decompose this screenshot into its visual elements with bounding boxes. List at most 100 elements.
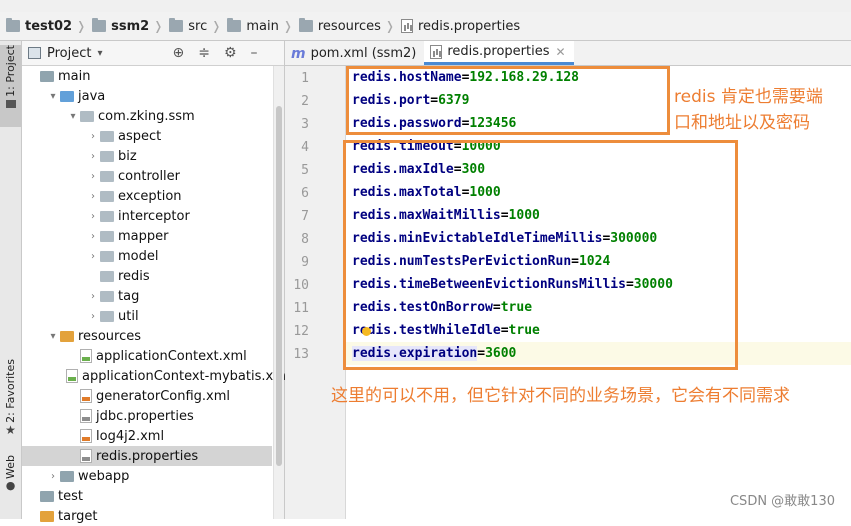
line-number: 4 <box>301 140 309 155</box>
collapsed-arrow-icon[interactable]: › <box>86 131 100 142</box>
dropdown-arrow-icon[interactable]: ▾ <box>97 48 102 59</box>
project-panel-header: Project ▾ ⊕ ≑ ⚙ – <box>22 41 284 66</box>
resources-folder-icon <box>298 18 313 32</box>
folder-icon <box>60 470 74 482</box>
line-number: 2 <box>301 94 309 109</box>
maven-icon: m <box>291 45 306 62</box>
tree-item-java[interactable]: ▾ java <box>22 86 272 106</box>
tree-item-model[interactable]: › model <box>22 246 272 266</box>
tab-redis-properties[interactable]: redis.properties ✕ <box>424 41 574 65</box>
annotation-note-connection: redis 肯定也需要端 口和地址以及密码 <box>674 87 823 133</box>
favorites-tool-tab[interactable]: 2: Favorites ★ <box>0 359 21 441</box>
line-number: 7 <box>301 209 309 224</box>
spring-xml-icon <box>66 369 78 383</box>
breadcrumb-item-file[interactable]: redis.properties <box>395 19 524 34</box>
package-icon <box>100 130 114 142</box>
line-number: 6 <box>301 186 309 201</box>
tree-item-label: interceptor <box>118 208 190 224</box>
tree-item-redis[interactable]: redis <box>22 266 272 286</box>
collapsed-arrow-icon[interactable]: › <box>46 471 60 482</box>
breadcrumb-item-main[interactable]: main <box>221 18 282 34</box>
package-icon <box>100 190 114 202</box>
breadcrumb-item-resources[interactable]: resources <box>293 18 385 34</box>
expand-arrow-icon[interactable]: ▾ <box>46 331 60 342</box>
web-tool-tab[interactable]: Web ● <box>0 455 21 501</box>
project-view-selector[interactable]: Project <box>47 46 91 61</box>
tree-item-label: main <box>58 68 91 84</box>
tree-item-target[interactable]: target <box>22 506 272 526</box>
globe-icon: ● <box>5 478 16 492</box>
package-icon <box>100 150 114 162</box>
breadcrumb-item-src[interactable]: src <box>163 18 211 34</box>
hide-icon[interactable]: – <box>251 45 258 61</box>
tree-item-label: com.zking.ssm <box>98 108 195 124</box>
package-icon <box>100 310 114 322</box>
tree-item-generatorconfig-xml[interactable]: generatorConfig.xml <box>22 386 272 406</box>
collapsed-arrow-icon[interactable]: › <box>86 191 100 202</box>
tab-pom-xml[interactable]: m pom.xml (ssm2) <box>285 42 424 65</box>
collapse-all-icon[interactable]: ≑ <box>198 45 210 61</box>
tree-item-tag[interactable]: › tag <box>22 286 272 306</box>
tree-item-exception[interactable]: › exception <box>22 186 272 206</box>
collapsed-arrow-icon[interactable]: › <box>86 291 100 302</box>
tree-item-log4j2-xml[interactable]: log4j2.xml <box>22 426 272 446</box>
properties-file-icon <box>400 19 413 33</box>
properties-file-icon <box>80 449 92 463</box>
tree-item-label: java <box>78 88 106 104</box>
folder-icon <box>40 490 54 502</box>
project-tool-tab[interactable]: 1: Project <box>0 45 21 127</box>
project-panel: Project ▾ ⊕ ≑ ⚙ – main ▾ java ▾ com.zking.ss… <box>22 41 290 524</box>
settings-gear-icon[interactable]: ⚙ <box>224 45 237 61</box>
collapsed-arrow-icon[interactable]: › <box>86 151 100 162</box>
tree-item-redis-properties[interactable]: redis.properties <box>22 446 272 466</box>
module-icon <box>92 18 107 32</box>
breadcrumb: test02 ❭ ssm2 ❭ src ❭ main ❭ resources ❭ redi… <box>0 12 851 41</box>
breadcrumb-item-module[interactable]: ssm2 <box>86 18 153 34</box>
tree-item-main[interactable]: main <box>22 66 272 86</box>
tree-item-util[interactable]: › util <box>22 306 272 326</box>
line-number: 3 <box>301 117 309 132</box>
collapsed-arrow-icon[interactable]: › <box>86 171 100 182</box>
tree-item-controller[interactable]: › controller <box>22 166 272 186</box>
collapsed-arrow-icon[interactable]: › <box>86 311 100 322</box>
tree-item-biz[interactable]: › biz <box>22 146 272 166</box>
line-number: 8 <box>301 232 309 247</box>
tree-item-mapper[interactable]: › mapper <box>22 226 272 246</box>
tree-item-applicationcontext-mybatis-xml[interactable]: applicationContext-mybatis.xml <box>22 366 290 386</box>
package-icon <box>100 270 114 282</box>
tree-item-resources[interactable]: ▾ resources <box>22 326 272 346</box>
expand-arrow-icon[interactable]: ▾ <box>66 111 80 122</box>
tree-item-label: mapper <box>118 228 169 244</box>
folder-icon <box>227 18 242 32</box>
tree-item-label: exception <box>118 188 182 204</box>
breadcrumb-item-project[interactable]: test02 <box>0 18 76 34</box>
scrollbar-thumb[interactable] <box>276 106 282 466</box>
tree-item-aspect[interactable]: › aspect <box>22 126 272 146</box>
project-scrollbar[interactable] <box>273 66 284 519</box>
line-number: 13 <box>293 347 309 362</box>
chevron-right-icon: ❭ <box>211 19 222 33</box>
expand-arrow-icon[interactable]: ▾ <box>46 91 60 102</box>
close-icon[interactable]: ✕ <box>556 45 566 59</box>
collapsed-arrow-icon[interactable]: › <box>86 251 100 262</box>
tree-item-applicationcontext-xml[interactable]: applicationContext.xml <box>22 346 272 366</box>
tree-item-jdbc-properties[interactable]: jdbc.properties <box>22 406 272 426</box>
tree-item-com-zking-ssm[interactable]: ▾ com.zking.ssm <box>22 106 272 126</box>
package-icon <box>100 170 114 182</box>
line-number: 9 <box>301 255 309 270</box>
left-tool-window-bar: 1: Project 2: Favorites ★ Web ● <box>0 41 22 519</box>
properties-file-icon <box>430 44 443 59</box>
tree-item-test[interactable]: test <box>22 486 272 506</box>
collapsed-arrow-icon[interactable]: › <box>86 231 100 242</box>
locate-icon[interactable]: ⊕ <box>173 45 185 61</box>
editor-tabs: m pom.xml (ssm2) redis.properties ✕ <box>285 41 851 66</box>
tree-item-webapp[interactable]: › webapp <box>22 466 272 486</box>
folder-icon <box>6 18 20 32</box>
collapsed-arrow-icon[interactable]: › <box>86 211 100 222</box>
annotation-box-connection <box>346 66 670 135</box>
package-icon <box>80 110 94 122</box>
tree-item-label: generatorConfig.xml <box>96 388 231 404</box>
package-icon <box>100 230 114 242</box>
source-folder-icon <box>60 90 74 102</box>
tree-item-interceptor[interactable]: › interceptor <box>22 206 272 226</box>
